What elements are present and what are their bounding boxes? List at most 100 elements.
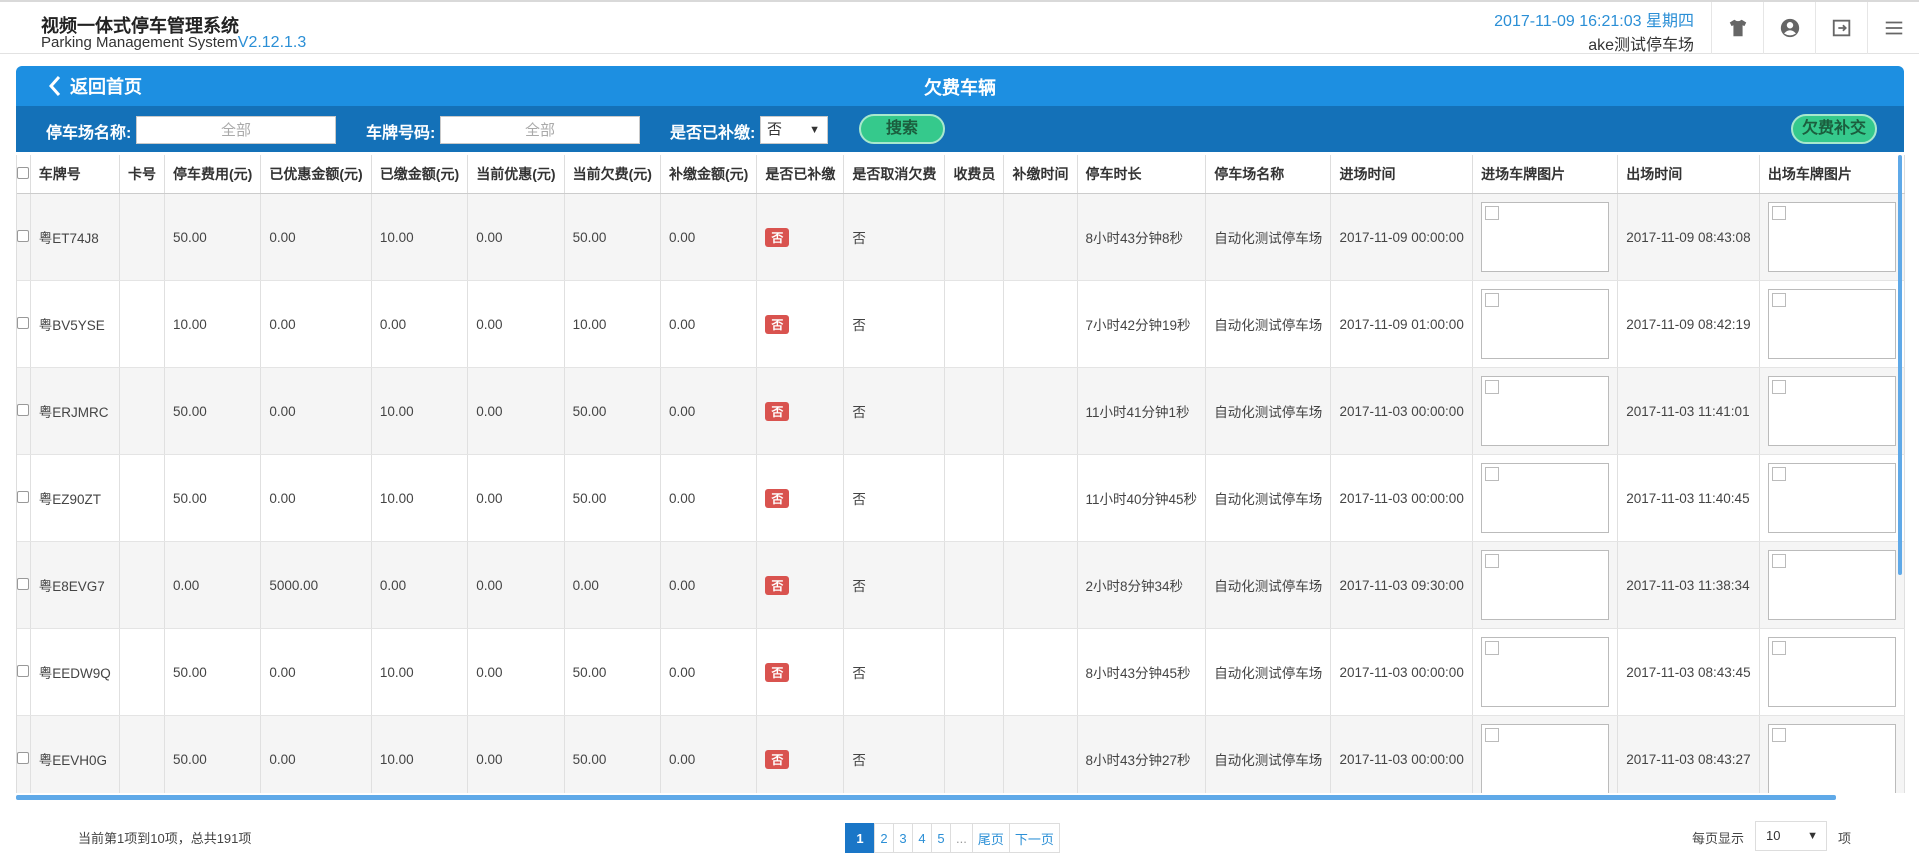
cell-discounted: 0.00 bbox=[260, 193, 372, 281]
checkbox-icon bbox=[17, 577, 30, 590]
entry-plate-image[interactable] bbox=[1472, 280, 1619, 368]
cell-discounted: 0.00 bbox=[260, 628, 372, 716]
row-checkbox[interactable] bbox=[17, 367, 31, 455]
cell-fee: 50.00 bbox=[164, 193, 262, 281]
plate-image-placeholder[interactable] bbox=[1767, 376, 1896, 446]
plate-image-placeholder[interactable] bbox=[1481, 289, 1610, 359]
exit-plate-image[interactable] bbox=[1759, 454, 1905, 542]
column-header: 当前欠费(元) bbox=[564, 155, 661, 194]
entry-plate-image[interactable] bbox=[1472, 367, 1619, 455]
plate-filter-input[interactable] bbox=[440, 116, 640, 144]
plate-image-placeholder[interactable] bbox=[1481, 724, 1610, 793]
menu-button[interactable] bbox=[1867, 2, 1919, 54]
entry-plate-image[interactable] bbox=[1472, 628, 1619, 716]
page-button[interactable]: 4 bbox=[912, 823, 932, 853]
cell-discounted: 5000.00 bbox=[260, 541, 372, 629]
exit-plate-image[interactable] bbox=[1759, 280, 1905, 368]
cell-plate: 粤ERJMRC bbox=[30, 367, 120, 455]
page-button[interactable]: 2 bbox=[874, 823, 894, 853]
status-badge: 否 bbox=[765, 314, 790, 334]
cell-cashier bbox=[944, 193, 1005, 281]
cell-paid: 10.00 bbox=[371, 715, 469, 793]
cell-cashier bbox=[944, 628, 1005, 716]
per-page-select[interactable]: 10 ▼ bbox=[1755, 821, 1827, 851]
cell-supp-time bbox=[1003, 367, 1078, 455]
exit-plate-image[interactable] bbox=[1759, 193, 1905, 281]
theme-button[interactable] bbox=[1711, 2, 1763, 54]
horizontal-scrollbar[interactable] bbox=[16, 795, 1836, 800]
plate-image-placeholder[interactable] bbox=[1481, 463, 1610, 533]
cell-exit-time: 2017-11-03 08:43:27 bbox=[1617, 715, 1760, 793]
table-header-row: 车牌号 卡号 停车费用(元) 已优惠金额(元) 已缴金额(元) 当前优惠(元) 当前欠费(元… bbox=[17, 155, 1905, 194]
plate-image-placeholder[interactable] bbox=[1481, 637, 1610, 707]
plate-image-placeholder[interactable] bbox=[1767, 463, 1896, 533]
column-header: 补缴金额(元) bbox=[660, 155, 758, 194]
exit-plate-image[interactable] bbox=[1759, 715, 1905, 793]
table-row[interactable]: 粤E8EVG7 0.00 5000.00 0.00 0.00 0.00 0.00 否否 2小时8… bbox=[17, 541, 1905, 629]
cell-paid: 0.00 bbox=[371, 541, 469, 629]
vertical-scrollbar[interactable] bbox=[1898, 155, 1902, 575]
page-button[interactable]: 1 bbox=[845, 823, 875, 853]
entry-plate-image[interactable] bbox=[1472, 715, 1619, 793]
column-header: 停车场名称 bbox=[1205, 155, 1332, 194]
dropdown-arrow-icon: ▼ bbox=[1807, 830, 1818, 842]
row-checkbox[interactable] bbox=[17, 541, 31, 629]
cell-is-cancel: 否 bbox=[843, 715, 946, 793]
cell-plate: 粤EEDW9Q bbox=[30, 628, 120, 716]
table-row[interactable]: 粤EZ90ZT 50.00 0.00 10.00 0.00 50.00 0.00 否否 11小时… bbox=[17, 454, 1905, 542]
table-row[interactable]: 粤EEDW9Q 50.00 0.00 10.00 0.00 50.00 0.00 否否 8小时4… bbox=[17, 628, 1905, 716]
cell-lot: 自动化测试停车场 bbox=[1205, 367, 1332, 455]
cell-arrears: 50.00 bbox=[564, 367, 661, 455]
column-header: 是否已补缴 bbox=[756, 155, 845, 194]
arrears-supplement-button[interactable]: 欠费补交 bbox=[1791, 114, 1877, 144]
row-checkbox[interactable] bbox=[17, 454, 31, 542]
arrears-table: 车牌号 卡号 停车费用(元) 已优惠金额(元) 已缴金额(元) 当前优惠(元) 当前欠费(元… bbox=[17, 155, 1905, 793]
lot-filter-input[interactable] bbox=[136, 116, 336, 144]
pagination: 1 2 3 4 5... 尾页 下一页 bbox=[845, 823, 1060, 853]
row-checkbox[interactable] bbox=[17, 280, 31, 368]
plate-image-placeholder[interactable] bbox=[1767, 724, 1896, 793]
table-row[interactable]: 粤ET74J8 50.00 0.00 10.00 0.00 50.00 0.00 否否 8小时4… bbox=[17, 193, 1905, 281]
broken-image-icon bbox=[1771, 728, 1786, 742]
filter-bar: 停车场名称: 车牌号码: 是否已补缴: 否 ▼ 搜索 欠费补交 bbox=[16, 106, 1904, 152]
entry-plate-image[interactable] bbox=[1472, 193, 1619, 281]
cell-paid: 10.00 bbox=[371, 367, 469, 455]
logout-button[interactable] bbox=[1815, 2, 1867, 54]
page-button[interactable]: 5 bbox=[931, 823, 951, 853]
paid-filter-select[interactable]: 否 ▼ bbox=[760, 116, 828, 144]
entry-plate-image[interactable] bbox=[1472, 454, 1619, 542]
plate-image-placeholder[interactable] bbox=[1481, 550, 1610, 620]
cell-cashier bbox=[944, 367, 1005, 455]
exit-plate-image[interactable] bbox=[1759, 628, 1905, 716]
cell-lot: 自动化测试停车场 bbox=[1205, 541, 1332, 629]
per-page-value: 10 bbox=[1766, 828, 1781, 843]
plate-image-placeholder[interactable] bbox=[1481, 202, 1610, 272]
plate-image-placeholder[interactable] bbox=[1767, 289, 1896, 359]
cell-cur-discount: 0.00 bbox=[467, 193, 565, 281]
plate-image-placeholder[interactable] bbox=[1767, 637, 1896, 707]
entry-plate-image[interactable] bbox=[1472, 541, 1619, 629]
table-row[interactable]: 粤BV5YSE 10.00 0.00 0.00 0.00 10.00 0.00 否否 7小时42… bbox=[17, 280, 1905, 368]
exit-plate-image[interactable] bbox=[1759, 541, 1905, 629]
row-checkbox[interactable] bbox=[17, 715, 31, 793]
page-button[interactable]: 3 bbox=[893, 823, 913, 853]
arrears-panel: 返回首页 欠费车辆 停车场名称: 车牌号码: 是否已补缴: 否 ▼ 搜索 欠费补… bbox=[16, 66, 1905, 862]
plate-image-placeholder[interactable] bbox=[1767, 550, 1896, 620]
exit-plate-image[interactable] bbox=[1759, 367, 1905, 455]
select-all-checkbox[interactable] bbox=[17, 155, 31, 194]
plate-image-placeholder[interactable] bbox=[1767, 202, 1896, 272]
cell-cur-discount: 0.00 bbox=[467, 367, 565, 455]
broken-image-icon bbox=[1485, 293, 1500, 307]
row-checkbox[interactable] bbox=[17, 628, 31, 716]
row-checkbox[interactable] bbox=[17, 193, 31, 281]
cell-plate: 粤BV5YSE bbox=[30, 280, 120, 368]
table-row[interactable]: 粤ERJMRC 50.00 0.00 10.00 0.00 50.00 0.00 否否 11小时… bbox=[17, 367, 1905, 455]
plate-image-placeholder[interactable] bbox=[1481, 376, 1610, 446]
user-button[interactable] bbox=[1763, 2, 1815, 54]
next-page-button[interactable]: 下一页 bbox=[1008, 823, 1060, 853]
cell-card bbox=[119, 715, 165, 793]
last-page-button[interactable]: 尾页 bbox=[971, 823, 1010, 853]
cell-entry-time: 2017-11-09 01:00:00 bbox=[1330, 280, 1474, 368]
search-button[interactable]: 搜索 bbox=[859, 114, 945, 144]
table-row[interactable]: 粤EEVH0G 50.00 0.00 10.00 0.00 50.00 0.00 否否 8小时4… bbox=[17, 715, 1905, 793]
